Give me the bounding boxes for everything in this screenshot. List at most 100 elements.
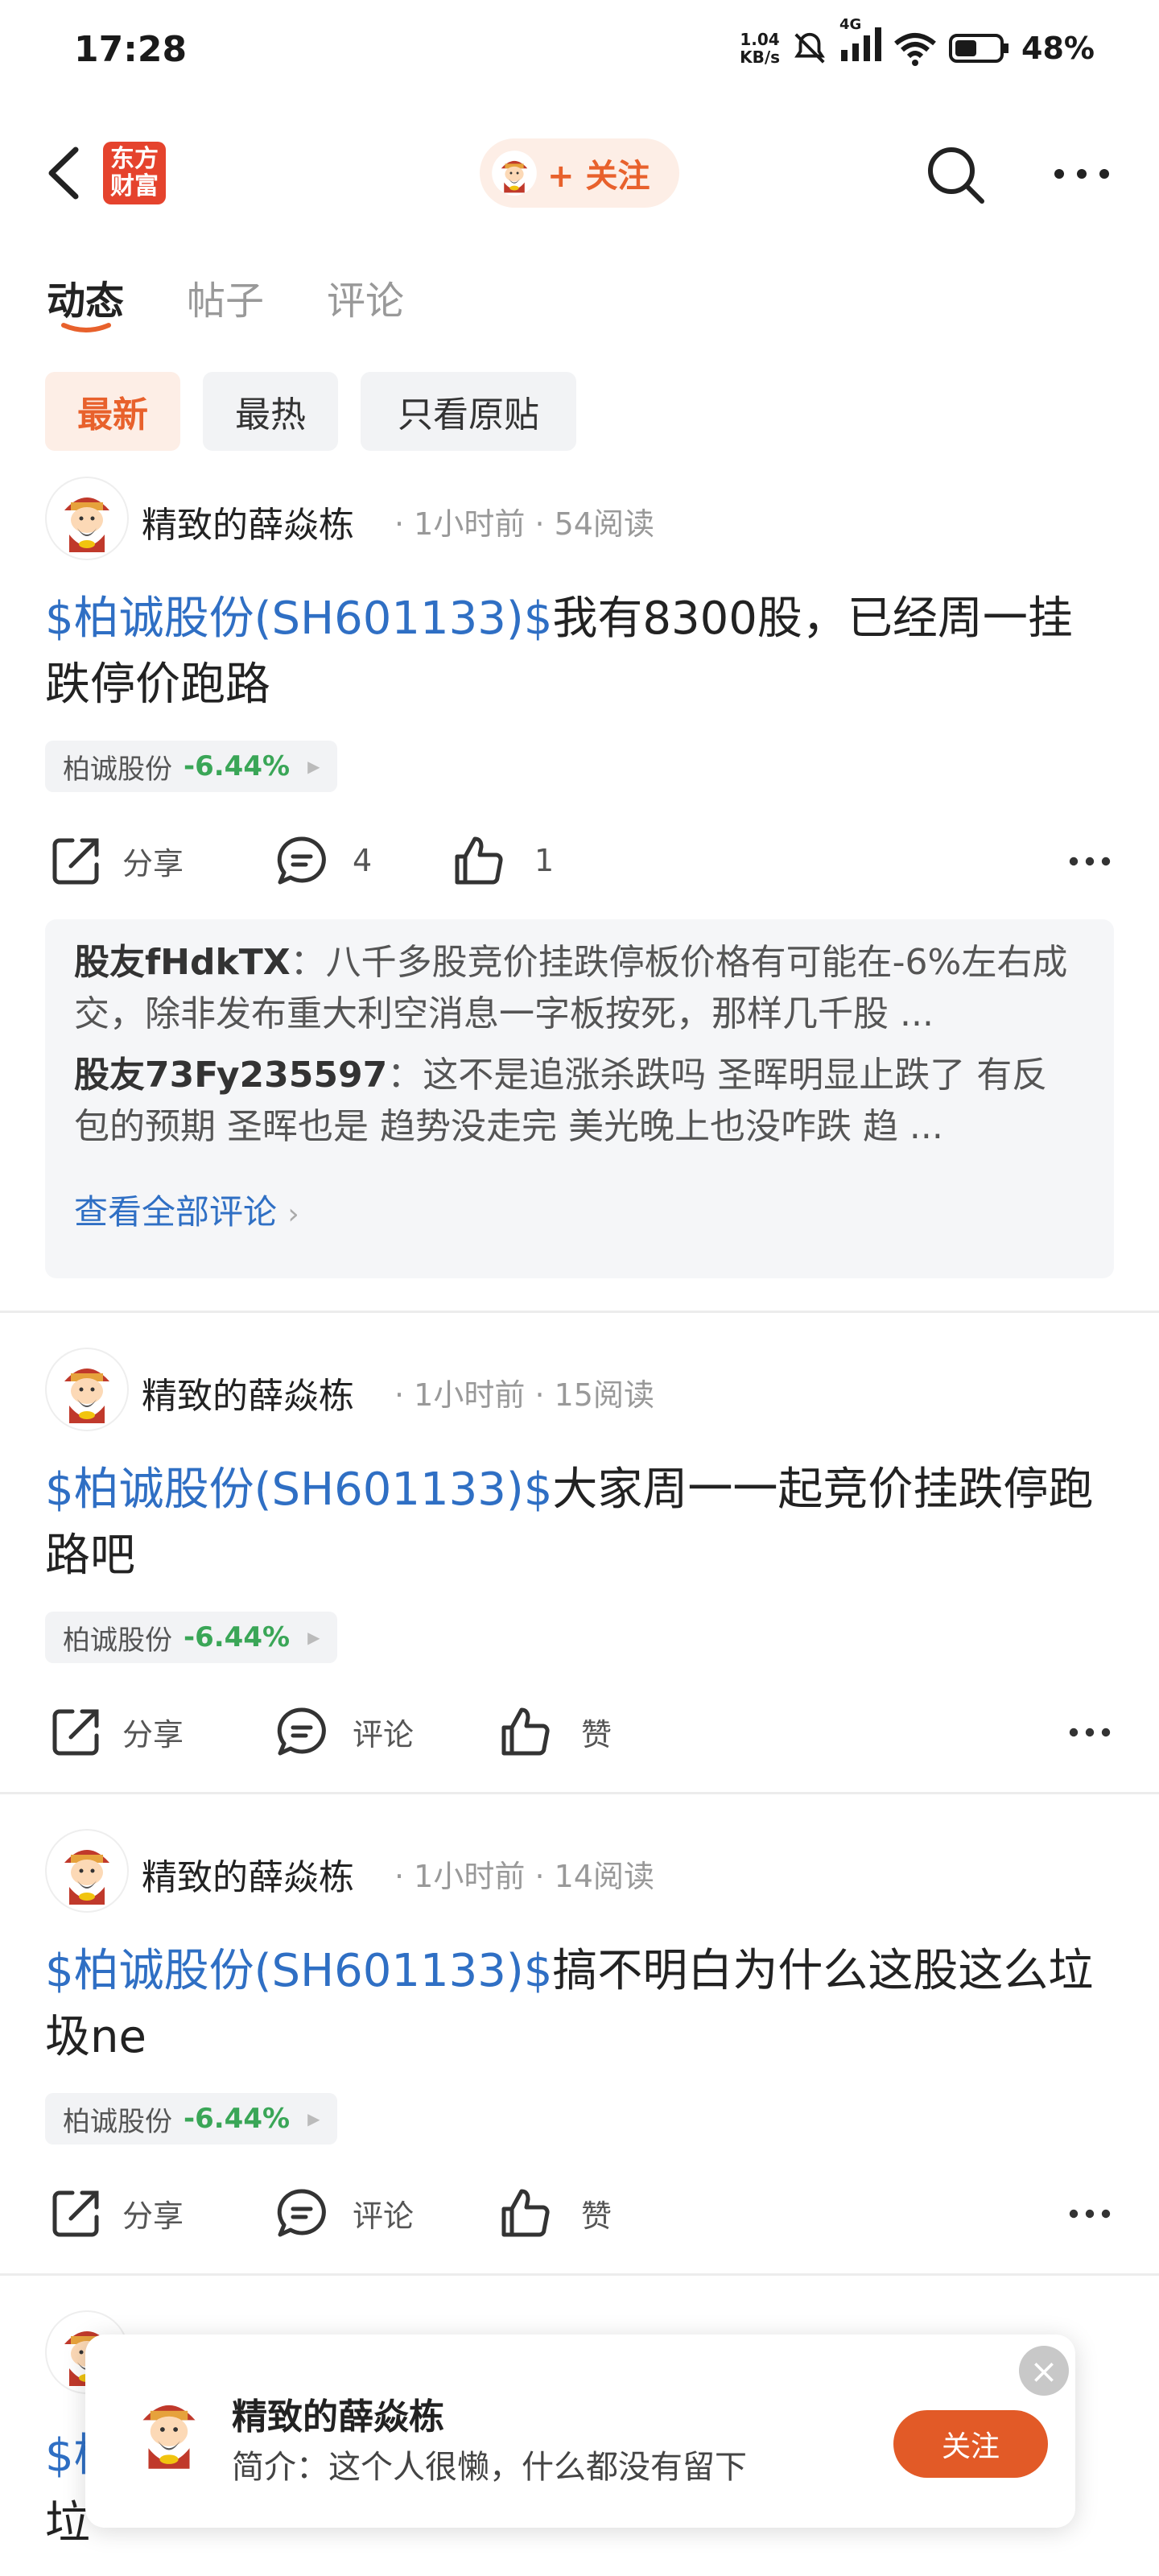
post-reads: 15阅读 bbox=[554, 1377, 654, 1413]
share-button[interactable]: 分享 bbox=[50, 1705, 184, 1758]
share-button[interactable]: 分享 bbox=[50, 2186, 184, 2240]
filter-latest[interactable]: 最新 bbox=[45, 372, 180, 451]
post-more-icon[interactable] bbox=[1067, 1721, 1112, 1745]
comment-icon bbox=[277, 836, 326, 885]
post-time: 1小时前 bbox=[414, 506, 526, 542]
stock-name: 柏诚股份 bbox=[63, 2105, 172, 2138]
divider bbox=[0, 2273, 1159, 2276]
comment-button[interactable]: 4 bbox=[275, 834, 372, 887]
network-type: 4G bbox=[839, 16, 862, 33]
logo-line2: 财富 bbox=[110, 172, 159, 200]
mute-icon bbox=[794, 32, 825, 64]
status-time: 17:28 bbox=[74, 29, 188, 70]
battery-icon bbox=[949, 33, 1009, 63]
network-speed: 1.04 KB/s bbox=[740, 31, 780, 66]
comment-user[interactable]: 股友fHdkTX bbox=[74, 942, 291, 983]
stock-link[interactable]: $柏诚股份(SH601133)$ bbox=[45, 1463, 552, 1516]
share-label: 分享 bbox=[122, 2198, 184, 2234]
avatar[interactable] bbox=[45, 1829, 129, 1913]
search-icon[interactable] bbox=[922, 142, 987, 206]
stock-tag[interactable]: 柏诚股份 -6.44% ▶ bbox=[45, 2093, 338, 2145]
post-author[interactable]: 精致的薛焱栋 bbox=[142, 1848, 354, 1900]
stock-change: -6.44% bbox=[184, 2103, 291, 2135]
post-reads: 14阅读 bbox=[554, 1859, 654, 1894]
comment-count: 4 bbox=[353, 843, 373, 878]
post-time: 1小时前 bbox=[414, 1859, 526, 1894]
thumbs-up-icon bbox=[501, 2189, 550, 2237]
like-label: 赞 bbox=[581, 2198, 612, 2234]
divider bbox=[0, 1792, 1159, 1794]
avatar[interactable] bbox=[45, 477, 129, 560]
post-content[interactable]: $柏诚股份(SH601133)$我有8300股，已经周一挂跌停价跑路 bbox=[45, 586, 1116, 718]
share-label: 分享 bbox=[122, 845, 184, 881]
comment-button[interactable]: 评论 bbox=[275, 2186, 414, 2240]
back-icon[interactable] bbox=[43, 145, 84, 201]
thumbs-up-icon bbox=[501, 1707, 550, 1756]
battery-level: 48% bbox=[1021, 30, 1095, 66]
logo-line1: 东方 bbox=[110, 145, 159, 173]
more-icon[interactable] bbox=[1051, 155, 1112, 195]
thumbs-up-icon bbox=[455, 836, 503, 885]
like-count: 1 bbox=[534, 843, 555, 878]
play-arrow-icon: ▶ bbox=[307, 2109, 320, 2128]
popup-name: 精致的薛焱栋 bbox=[232, 2396, 444, 2438]
see-all-label: 查看全部评论 bbox=[74, 1192, 278, 1232]
play-arrow-icon: ▶ bbox=[307, 1628, 320, 1647]
stock-tag[interactable]: 柏诚股份 -6.44% ▶ bbox=[45, 1612, 338, 1663]
comment-preview[interactable]: 股友fHdkTX：八千多股竞价挂跌停板价格有可能在-6%左右成交，除非发布重大利… bbox=[74, 937, 1080, 1040]
header-follow-label: + 关注 bbox=[547, 158, 650, 195]
tab-dynamic[interactable]: 动态 bbox=[47, 269, 124, 325]
stock-change: -6.44% bbox=[184, 750, 291, 782]
stock-link[interactable]: $柏诚股份(SH601133)$ bbox=[45, 592, 552, 645]
active-tab-indicator bbox=[61, 323, 111, 332]
post-author[interactable]: 精致的薛焱栋 bbox=[142, 1367, 354, 1418]
tab-comments[interactable]: 评论 bbox=[327, 269, 404, 325]
post-meta: · 1小时前 · 54阅读 bbox=[394, 506, 654, 542]
post-more-icon[interactable] bbox=[1067, 850, 1112, 874]
popup-follow-button[interactable]: 关注 bbox=[893, 2410, 1048, 2478]
avatar bbox=[491, 150, 538, 196]
post-meta: · 1小时前 · 15阅读 bbox=[394, 1377, 654, 1413]
comment-preview[interactable]: 股友73Fy235597：这不是追涨杀跌吗 圣晖明显止跌了 有反包的预期 圣晖也… bbox=[74, 1050, 1080, 1153]
comment-label: 评论 bbox=[353, 1716, 415, 1752]
close-icon[interactable]: × bbox=[1019, 2346, 1069, 2396]
share-icon bbox=[52, 1709, 99, 1756]
share-button[interactable]: 分享 bbox=[50, 834, 184, 887]
like-button[interactable]: 1 bbox=[452, 834, 554, 887]
chevron-right-icon: › bbox=[287, 1198, 299, 1231]
tab-posts[interactable]: 帖子 bbox=[187, 269, 264, 325]
comment-icon bbox=[277, 2189, 326, 2237]
avatar[interactable] bbox=[45, 1348, 129, 1431]
see-all-comments-link[interactable]: 查看全部评论 › bbox=[74, 1185, 299, 1234]
post-time: 1小时前 bbox=[414, 1377, 526, 1413]
wifi-icon bbox=[894, 32, 936, 66]
popup-bio: 简介：这个人很懒，什么都没有留下 bbox=[232, 2449, 747, 2486]
comment-label: 评论 bbox=[353, 2198, 415, 2234]
comment-button[interactable]: 评论 bbox=[275, 1705, 414, 1758]
post-author[interactable]: 精致的薛焱栋 bbox=[142, 496, 354, 547]
like-button[interactable]: 赞 bbox=[499, 2186, 612, 2240]
stock-link[interactable]: $柏诚股份(SH601133)$ bbox=[45, 1945, 552, 1997]
stock-change: -6.44% bbox=[184, 1621, 291, 1653]
like-button[interactable]: 赞 bbox=[499, 1705, 612, 1758]
status-icons: 1.04 KB/s 4G 48% bbox=[740, 16, 1095, 68]
filter-hot[interactable]: 最热 bbox=[203, 372, 338, 451]
post-meta: · 1小时前 · 14阅读 bbox=[394, 1859, 654, 1894]
comment-preview-box[interactable]: 股友fHdkTX：八千多股竞价挂跌停板价格有可能在-6%左右成交，除非发布重大利… bbox=[45, 919, 1114, 1278]
share-icon bbox=[52, 2190, 99, 2237]
divider bbox=[0, 1311, 1159, 1313]
like-label: 赞 bbox=[581, 1716, 612, 1752]
share-label: 分享 bbox=[122, 1716, 184, 1752]
share-icon bbox=[52, 838, 99, 885]
post-content[interactable]: $柏诚股份(SH601133)$大家周一一起竞价挂跌停跑路吧 bbox=[45, 1457, 1116, 1589]
stock-name: 柏诚股份 bbox=[63, 753, 172, 786]
comment-user[interactable]: 股友73Fy235597 bbox=[74, 1055, 387, 1096]
filter-original-only[interactable]: 只看原贴 bbox=[361, 372, 576, 451]
header-follow-button[interactable]: + 关注 bbox=[480, 138, 679, 208]
app-logo: 东方 财富 bbox=[103, 142, 166, 204]
avatar bbox=[122, 2383, 216, 2476]
stock-tag[interactable]: 柏诚股份 -6.44% ▶ bbox=[45, 741, 338, 792]
post-more-icon[interactable] bbox=[1067, 2202, 1112, 2227]
stock-name: 柏诚股份 bbox=[63, 1624, 172, 1657]
post-content[interactable]: $柏诚股份(SH601133)$搞不明白为什么这股这么垃圾ne bbox=[45, 1938, 1116, 2070]
